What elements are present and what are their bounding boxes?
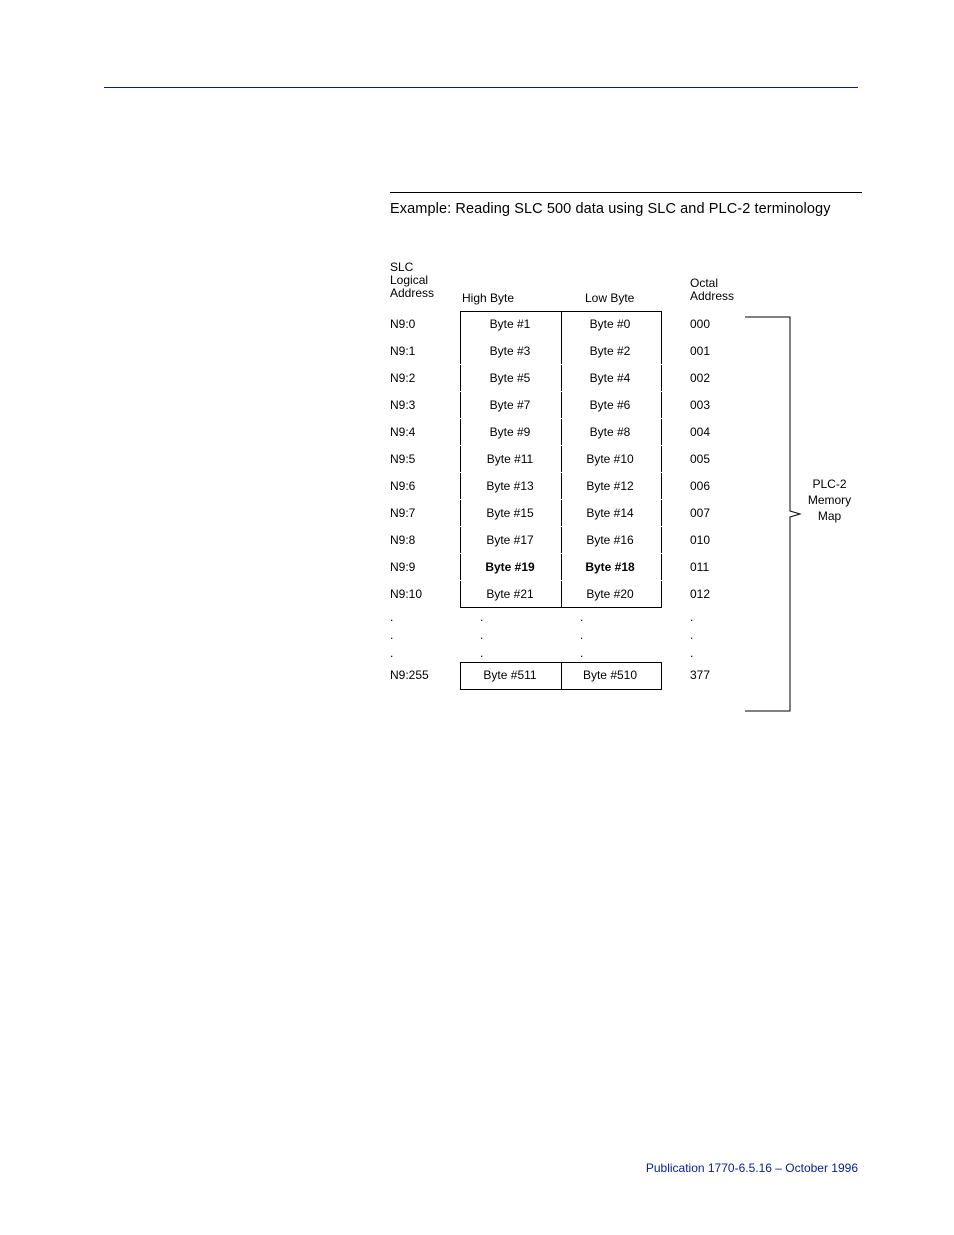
example-rule bbox=[390, 192, 862, 193]
byte-diagram: SLC Logical Address High Byte Low Byte O… bbox=[390, 261, 862, 741]
high-byte-cell: Byte #7 bbox=[460, 398, 560, 412]
slc-address-cell: N9:4 bbox=[390, 425, 460, 439]
dot: . bbox=[390, 610, 460, 624]
slc-address-cell: N9:5 bbox=[390, 452, 460, 466]
slc-address-cell: N9:7 bbox=[390, 506, 460, 520]
low-byte-cell: Byte #4 bbox=[560, 371, 660, 385]
high-byte-cell: Byte #511 bbox=[460, 668, 560, 682]
dot: . bbox=[690, 610, 740, 624]
low-byte-cell: Byte #18 bbox=[560, 560, 660, 574]
slc-address-cell: N9:0 bbox=[390, 317, 460, 331]
dot: . bbox=[390, 628, 460, 642]
dot: . bbox=[690, 628, 740, 642]
slc-address-cell: N9:9 bbox=[390, 560, 460, 574]
top-horizontal-rule bbox=[104, 87, 858, 88]
octal-address-cell: 012 bbox=[690, 587, 740, 601]
octal-address-cell: 007 bbox=[690, 506, 740, 520]
octal-address-cell: 003 bbox=[690, 398, 740, 412]
high-byte-cell: Byte #1 bbox=[460, 317, 560, 331]
publication-footer: Publication 1770-6.5.16 – October 1996 bbox=[646, 1161, 858, 1175]
example-title: Example: Reading SLC 500 data using SLC … bbox=[390, 201, 862, 217]
dot: . bbox=[580, 628, 583, 642]
dot: . bbox=[480, 610, 483, 624]
dot: . bbox=[580, 610, 583, 624]
low-byte-cell: Byte #10 bbox=[560, 452, 660, 466]
high-byte-cell: Byte #5 bbox=[460, 371, 560, 385]
high-byte-cell: Byte #3 bbox=[460, 344, 560, 358]
dot: . bbox=[390, 646, 460, 660]
slc-address-cell: N9:10 bbox=[390, 587, 460, 601]
high-byte-cell: Byte #9 bbox=[460, 425, 560, 439]
low-byte-cell: Byte #14 bbox=[560, 506, 660, 520]
dot: . bbox=[580, 646, 583, 660]
octal-address-cell: 002 bbox=[690, 371, 740, 385]
dot: . bbox=[480, 646, 483, 660]
octal-address-cell: 006 bbox=[690, 479, 740, 493]
octal-address-cell: 004 bbox=[690, 425, 740, 439]
low-byte-cell: Byte #2 bbox=[560, 344, 660, 358]
slc-address-cell: N9:2 bbox=[390, 371, 460, 385]
low-byte-cell: Byte #510 bbox=[560, 668, 660, 682]
low-byte-cell: Byte #6 bbox=[560, 398, 660, 412]
octal-address-cell: 377 bbox=[690, 668, 740, 682]
octal-address-cell: 010 bbox=[690, 533, 740, 547]
high-byte-cell: Byte #17 bbox=[460, 533, 560, 547]
high-byte-cell: Byte #15 bbox=[460, 506, 560, 520]
slc-address-cell: N9:1 bbox=[390, 344, 460, 358]
slc-address-cell: N9:8 bbox=[390, 533, 460, 547]
dot: . bbox=[690, 646, 740, 660]
high-byte-cell: Byte #13 bbox=[460, 479, 560, 493]
high-byte-cell: Byte #19 bbox=[460, 560, 560, 574]
header-slc-address: SLC Logical Address bbox=[390, 261, 434, 300]
octal-address-cell: 011 bbox=[690, 560, 740, 574]
slc-address-cell: N9:3 bbox=[390, 398, 460, 412]
header-low-byte: Low Byte bbox=[585, 291, 683, 305]
octal-address-cell: 005 bbox=[690, 452, 740, 466]
slc-address-cell: N9:6 bbox=[390, 479, 460, 493]
octal-address-cell: 001 bbox=[690, 344, 740, 358]
header-high-byte: High Byte bbox=[462, 291, 560, 305]
brace-icon bbox=[745, 313, 835, 715]
header-octal-address: Octal Address bbox=[690, 277, 734, 303]
slc-address-cell: N9:255 bbox=[390, 668, 460, 682]
low-byte-cell: Byte #16 bbox=[560, 533, 660, 547]
low-byte-cell: Byte #0 bbox=[560, 317, 660, 331]
low-byte-cell: Byte #20 bbox=[560, 587, 660, 601]
octal-address-cell: 000 bbox=[690, 317, 740, 331]
high-byte-cell: Byte #11 bbox=[460, 452, 560, 466]
low-byte-cell: Byte #8 bbox=[560, 425, 660, 439]
high-byte-cell: Byte #21 bbox=[460, 587, 560, 601]
low-byte-cell: Byte #12 bbox=[560, 479, 660, 493]
dot: . bbox=[480, 628, 483, 642]
